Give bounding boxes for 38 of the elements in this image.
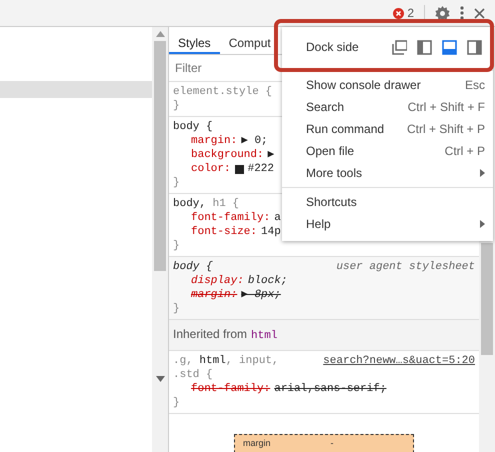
closing-brace: } — [173, 99, 180, 113]
property-value: a — [274, 211, 281, 225]
property-value: ▶ — [268, 148, 274, 162]
inherited-label: Inherited from — [173, 326, 248, 343]
css-selector: .g, html, input, — [173, 354, 279, 368]
box-model-value: - — [330, 436, 334, 450]
property-value: ▶ 0; — [241, 134, 268, 148]
property-name: font-size: — [191, 225, 258, 239]
tag-name: html — [251, 329, 278, 344]
property-name: margin: — [191, 134, 238, 148]
css-selector: body { — [173, 120, 213, 134]
property-name: background: — [191, 148, 264, 162]
shortcut-label: Ctrl + Shift + P — [406, 121, 485, 138]
closing-brace: } — [173, 302, 180, 316]
property-name: margin: — [191, 288, 238, 302]
source-label: user agent stylesheet — [336, 260, 475, 274]
property-name: font-family: — [191, 382, 270, 396]
property-name: font-family: — [191, 211, 270, 225]
property-value: #222 — [248, 162, 274, 176]
css-selector: body { — [173, 260, 213, 274]
property-value: block; — [248, 274, 288, 288]
css-selector: .std { — [173, 368, 214, 382]
shortcut-label: Ctrl + Shift + F — [408, 99, 485, 116]
closing-brace: } — [173, 176, 180, 190]
css-selector: element.style { — [173, 85, 272, 99]
property-value: ▶ 8px; — [241, 288, 281, 302]
property-value: arial,sans-serif; — [274, 382, 386, 396]
closing-brace: } — [173, 396, 180, 410]
box-model-label: margin — [243, 436, 271, 450]
property-value: 14p — [261, 225, 281, 239]
shortcut-label: Ctrl + P — [444, 143, 485, 160]
css-selector: body, h1 { — [173, 197, 240, 211]
closing-brace: } — [173, 239, 180, 253]
property-name: display: — [191, 274, 244, 288]
error-count: 2 — [407, 5, 414, 22]
property-name: color: — [191, 162, 231, 176]
dock-side-label: Dock side — [306, 39, 360, 56]
shortcut-label: Esc — [464, 77, 485, 94]
